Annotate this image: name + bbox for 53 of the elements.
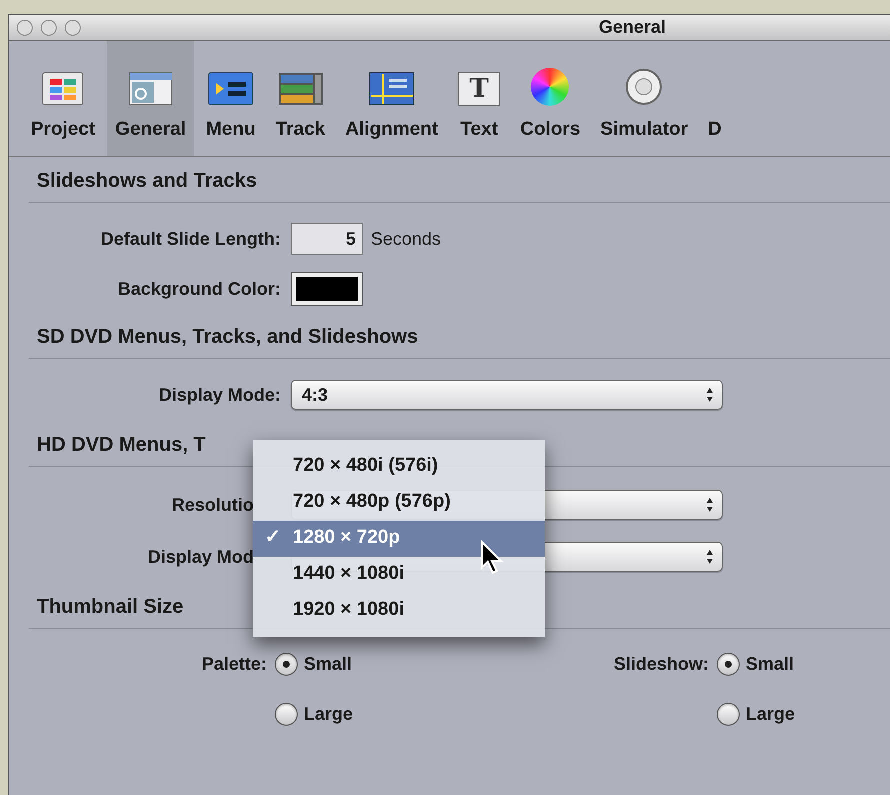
up-down-arrows-icon: [706, 387, 714, 403]
toolbar-tab[interactable]: Menu: [198, 41, 264, 156]
toolbar-tab[interactable]: D: [700, 41, 730, 156]
mouse-pointer-icon: [480, 540, 504, 576]
grid-icon: [42, 72, 84, 106]
radio-group-label: Slideshow:: [612, 652, 710, 676]
radio-label: Small: [304, 652, 352, 676]
slide-length-field[interactable]: 5: [291, 223, 363, 255]
radio-label: Small: [746, 652, 794, 676]
radio-group-label: Palette:: [200, 652, 268, 676]
toolbar-tab[interactable]: Colors: [512, 41, 589, 156]
menu-item[interactable]: 720 × 480p (576p): [253, 484, 545, 520]
radio-button[interactable]: [275, 652, 298, 676]
toolbar-tab[interactable]: Simulator: [592, 41, 696, 156]
color-wheel-icon: [531, 68, 570, 106]
section-title: SD DVD Menus, Tracks, and Slideshows: [37, 325, 418, 350]
field-label: Display Mod: [146, 546, 254, 569]
toolbar-tab[interactable]: Track: [268, 41, 334, 156]
toolbar-tab[interactable]: Project: [23, 41, 104, 156]
radio-label: Large: [746, 702, 796, 726]
zoom-icon[interactable]: [65, 20, 81, 36]
radio-button[interactable]: [275, 702, 298, 726]
text-format-icon: T: [458, 72, 500, 106]
list-icon: [208, 72, 254, 106]
layout-grid-icon: [368, 72, 415, 106]
menu-item[interactable]: 1920 × 1080i: [253, 592, 545, 628]
menu-item[interactable]: 720 × 480i (576i): [253, 448, 545, 484]
section-title: Thumbnail Size: [37, 595, 184, 620]
popup-menu[interactable]: 4:3: [291, 380, 723, 410]
field-label: Resolutio: [170, 494, 254, 516]
close-icon[interactable]: [17, 20, 33, 36]
toolbar-tab[interactable]: General: [107, 41, 194, 156]
section-title: HD DVD Menus, T: [37, 433, 206, 458]
minimize-icon[interactable]: [41, 20, 57, 36]
field-label: Display Mode:: [158, 384, 282, 407]
toolbar-tab[interactable]: T Text: [450, 41, 508, 156]
field-label: Background Color:: [116, 278, 282, 301]
color-well[interactable]: [291, 272, 363, 306]
stacked-bars-icon: [278, 72, 324, 106]
radio-button[interactable]: [717, 702, 740, 726]
menu-item[interactable]: 1440 × 1080i: [253, 556, 545, 592]
radio-label: Large: [304, 702, 354, 726]
section-title: Slideshows and Tracks: [37, 169, 258, 194]
up-down-arrows-icon: [706, 497, 714, 513]
remote-dial-icon: [625, 68, 664, 106]
window-title: General: [599, 16, 666, 39]
field-label: Default Slide Length:: [100, 228, 282, 251]
up-down-arrows-icon: [706, 549, 714, 565]
menu-item[interactable]: ✓ 1280 × 720p: [253, 520, 545, 556]
window-icon: [128, 72, 173, 106]
radio-button[interactable]: [717, 652, 740, 676]
unit-label: Seconds: [371, 228, 442, 250]
toolbar-tab[interactable]: Alignment: [337, 41, 446, 156]
